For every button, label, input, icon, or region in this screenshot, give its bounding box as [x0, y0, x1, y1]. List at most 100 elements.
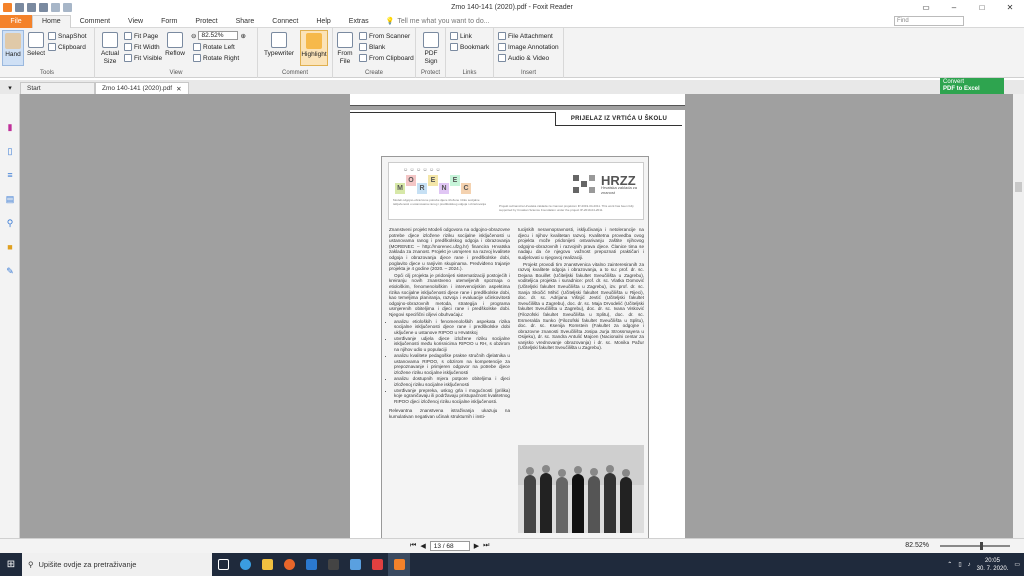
person-body: [556, 477, 568, 533]
hrzz-mark-icon: [573, 175, 595, 193]
edge-icon[interactable]: [234, 553, 256, 576]
actual-size-button[interactable]: Actual Size: [98, 32, 122, 66]
tab-help[interactable]: Help: [307, 15, 339, 28]
find-input[interactable]: Find: [894, 16, 964, 26]
restore-ribbon-icon[interactable]: ▭: [912, 0, 940, 15]
page-number-input[interactable]: 13 / 68: [429, 541, 470, 551]
snapshot-button[interactable]: SnapShot: [48, 32, 87, 40]
convert-pdf-to-excel-button[interactable]: Convert PDF to Excel: [940, 78, 1004, 94]
actual-size-label: Actual Size: [100, 50, 120, 65]
first-page-button[interactable]: ⏮: [410, 542, 416, 550]
pdf-sign-button[interactable]: PDF Sign: [420, 32, 442, 66]
file-explorer-icon[interactable]: [256, 553, 278, 576]
volume-icon[interactable]: ♪: [968, 562, 971, 568]
tab-menu-icon[interactable]: ▾: [0, 82, 20, 94]
mail-icon[interactable]: [300, 553, 322, 576]
store-icon[interactable]: [322, 553, 344, 576]
vertical-scrollbar[interactable]: [1013, 94, 1024, 538]
logo-caption: Modeli odgojno-obrazovne potrebe djece i…: [393, 198, 486, 206]
document-viewer[interactable]: PRIJELAZ IZ VRTIĆA U ŠKOLU M O R E N E C…: [20, 94, 1013, 538]
firefox-icon[interactable]: [278, 553, 300, 576]
windows-start-icon[interactable]: ⊞: [0, 553, 22, 576]
list-item: analizu kvalitete pedagoške prakse struč…: [394, 353, 510, 375]
layers-panel-icon[interactable]: ≡: [5, 170, 15, 180]
status-zoom: 82.52%: [905, 542, 929, 549]
calendar-icon[interactable]: [366, 553, 388, 576]
tray-chevron-icon[interactable]: ⌃: [947, 561, 952, 568]
minimize-button[interactable]: –: [940, 0, 968, 15]
zoom-input[interactable]: 82.52%: [198, 31, 239, 40]
menu-bar: File Home Comment View Form Protect Shar…: [0, 14, 1024, 28]
security-panel-icon[interactable]: ■: [5, 242, 15, 252]
zoom-in-icon[interactable]: ⊕: [240, 32, 245, 40]
maximize-button[interactable]: □: [968, 0, 996, 15]
notifications-icon[interactable]: ▭: [1014, 561, 1020, 568]
signature-panel-icon[interactable]: ✎: [5, 266, 15, 276]
window-title: Zmo 140-141 (2020).pdf - Foxit Reader: [451, 4, 573, 11]
clock[interactable]: 20:05 30. 7. 2020.: [977, 557, 1009, 573]
hand-button[interactable]: Hand: [2, 30, 24, 66]
typewriter-button[interactable]: Typewriter: [264, 32, 294, 58]
close-tab-icon[interactable]: ✕: [176, 85, 181, 93]
file-attachment-button[interactable]: File Attachment: [498, 32, 553, 40]
close-button[interactable]: ✕: [996, 0, 1024, 15]
next-page-button[interactable]: ▶: [474, 542, 479, 550]
zoom-slider-handle[interactable]: [980, 542, 983, 550]
list-item: utvrđivanje udjela djece izložene riziku…: [394, 336, 510, 353]
tab-file[interactable]: File: [0, 14, 32, 28]
fit-page-button[interactable]: Fit Page: [124, 32, 158, 40]
network-icon[interactable]: ▯: [958, 561, 961, 568]
rotate-left-button[interactable]: Rotate Left: [193, 43, 235, 51]
tab-form[interactable]: Form: [152, 15, 186, 28]
zoom-slider[interactable]: [940, 542, 1010, 550]
bookmark-button[interactable]: Bookmark: [450, 43, 489, 51]
system-tray: ⌃ ▯ ♪ 20:05 30. 7. 2020. ▭: [947, 553, 1020, 576]
tab-extras[interactable]: Extras: [340, 15, 378, 28]
logo-letter: O: [406, 175, 416, 186]
highlight-button[interactable]: Highlight: [300, 30, 328, 66]
task-view-icon[interactable]: [212, 553, 234, 576]
tab-connect[interactable]: Connect: [263, 15, 307, 28]
reflow-button[interactable]: Reflow: [164, 32, 186, 58]
tab-protect[interactable]: Protect: [186, 15, 226, 28]
link-button[interactable]: Link: [450, 32, 472, 40]
tab-share[interactable]: Share: [227, 15, 264, 28]
paragraph: Relevantna znanstvena istraživanja ukazu…: [389, 408, 510, 419]
paragraph: tucijskih neravnopravnosti, isključivanj…: [518, 227, 644, 260]
banner-funding-note: Projekt sufinancira Hrvatska zaklada za …: [499, 204, 634, 212]
photos-icon[interactable]: [344, 553, 366, 576]
from-scanner-button[interactable]: From Scanner: [359, 32, 410, 40]
rotate-right-button[interactable]: Rotate Right: [193, 54, 239, 62]
select-button[interactable]: Select: [26, 32, 46, 58]
tell-me-box[interactable]: 💡 Tell me what you want to do...: [386, 17, 490, 26]
clipboard-button[interactable]: Clipboard: [48, 43, 86, 51]
tab-home[interactable]: Home: [32, 14, 71, 28]
pages-panel-icon[interactable]: ▯: [5, 146, 15, 156]
image-annotation-button[interactable]: Image Annotation: [498, 43, 559, 51]
tab-document[interactable]: Zmo 140-141 (2020).pdf ✕: [95, 82, 189, 94]
fit-width-button[interactable]: Fit Width: [124, 43, 160, 51]
fit-visible-button[interactable]: Fit Visible: [124, 54, 162, 62]
attachments-panel-icon[interactable]: ⚲: [5, 218, 15, 228]
comments-panel-icon[interactable]: ▤: [5, 194, 15, 204]
taskbar-search[interactable]: ⚲ Upišite ovdje za pretraživanje: [22, 553, 212, 576]
children-drawing-icon: ☺ ☺ ☺ ☺ ☺ ☺: [403, 167, 441, 173]
last-page-button[interactable]: ⏭: [483, 542, 489, 550]
audio-video-button[interactable]: Audio & Video: [498, 54, 549, 62]
bookmark-icon: [450, 43, 458, 51]
project-banner: M O R E N E C ☺ ☺ ☺ ☺ ☺ ☺ Modeli odgojno…: [388, 162, 644, 220]
from-clipboard-button[interactable]: From Clipboard: [359, 54, 414, 62]
tab-start[interactable]: Start: [20, 82, 95, 94]
tab-start-label: Start: [27, 85, 41, 92]
zoom-out-icon[interactable]: ⊖: [191, 32, 196, 40]
scrollbar-thumb[interactable]: [1015, 182, 1022, 192]
reflow-icon: [167, 32, 183, 48]
previous-page-button[interactable]: ◀: [420, 542, 425, 550]
from-file-button[interactable]: From File: [335, 32, 355, 66]
tab-comment[interactable]: Comment: [71, 15, 119, 28]
bookmark-panel-icon[interactable]: ▮: [5, 122, 15, 132]
tab-view[interactable]: View: [119, 15, 152, 28]
blank-button[interactable]: Blank: [359, 43, 385, 51]
foxit-taskbar-icon[interactable]: [388, 553, 410, 576]
rotate-right-label: Rotate Right: [203, 54, 240, 62]
